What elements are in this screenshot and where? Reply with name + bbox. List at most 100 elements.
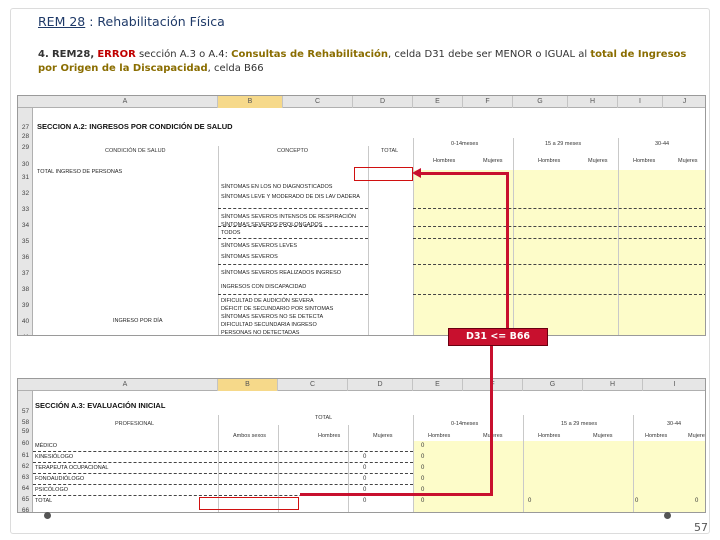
row-num[interactable]: 38 [18, 286, 33, 293]
row-num[interactable]: 57 [18, 408, 33, 415]
col-header-g[interactable]: G [523, 379, 583, 391]
row-num[interactable]: 58 [18, 419, 33, 426]
row-num[interactable]: 64 [18, 485, 33, 492]
header-hombres: Hombres [633, 158, 656, 164]
row-num[interactable]: 31 [18, 174, 33, 181]
header-hombres: Hombres [538, 433, 561, 439]
rule-text-1: sección A.3 o A.4: [135, 49, 232, 60]
cell-b66-highlight[interactable] [199, 497, 299, 510]
row-label: MÉDICO [35, 443, 57, 449]
col-header-b[interactable]: B [218, 379, 278, 391]
header-group-3: 30-44 [667, 421, 682, 427]
row-label: TOTAL [35, 498, 53, 504]
column-header-bar: A B C D E F G H I [18, 379, 705, 391]
row-num[interactable]: 35 [18, 238, 33, 245]
row-label: FONOAUDIÓLOGO [35, 476, 85, 482]
title-link[interactable]: REM 28 [38, 14, 85, 29]
row-label: SÍNTOMAS EN LOS NO DIAGNOSTICADOS [221, 184, 333, 190]
row-num[interactable]: 27 [18, 124, 33, 131]
rule-description: 4. REM28, ERROR sección A.3 o A.4: Consu… [38, 48, 708, 76]
row-label: SÍNTOMAS SEVEROS INTENSOS DE RESPIRACIÓN [221, 214, 356, 220]
col-header-e[interactable]: E [413, 96, 463, 108]
row-num[interactable]: 39 [18, 302, 33, 309]
row-label: INGRESOS CON DISCAPACIDAD [221, 284, 307, 290]
header-ambos: Ambos sexos [233, 433, 267, 439]
row-num[interactable]: 34 [18, 222, 33, 229]
header-profesional: PROFESIONAL [115, 421, 155, 427]
header-group-2: 15 a 29 meses [561, 421, 598, 427]
header-total: TOTAL [315, 415, 333, 421]
col-header-c[interactable]: C [278, 379, 348, 391]
row-num[interactable]: 65 [18, 496, 33, 503]
rule-text-2: , celda D31 debe ser MENOR o IGUAL al [388, 49, 591, 60]
row-num[interactable]: 30 [18, 161, 33, 168]
row-num[interactable]: 61 [18, 452, 33, 459]
row-num[interactable]: 33 [18, 206, 33, 213]
row-label: PERSONAS NO DETECTADAS [221, 330, 300, 336]
header-group-3: 30-44 [655, 141, 670, 147]
row-num[interactable]: 28 [18, 133, 33, 140]
section-title: SECCION A.2: INGRESOS POR CONDICIÓN DE S… [37, 122, 233, 131]
cell-value: 0 [421, 476, 425, 482]
row-num[interactable]: 62 [18, 463, 33, 470]
row-num[interactable]: 36 [18, 254, 33, 261]
col-header-h[interactable]: H [568, 96, 618, 108]
row-label: TOTAL INGRESO DE PERSONAS [37, 169, 123, 175]
slide-dot-left [44, 512, 51, 519]
title-text: : Rehabilitación Física [85, 14, 225, 29]
col-header-e[interactable]: E [413, 379, 463, 391]
row-label: SÍNTOMAS SEVEROS LEVES [221, 243, 298, 249]
col-header-i[interactable]: I [643, 379, 705, 391]
col-header-h[interactable]: H [583, 379, 643, 391]
cell-value: 0 [363, 476, 367, 482]
cell-value: 0 [421, 443, 425, 449]
col-header-i[interactable]: I [618, 96, 663, 108]
rule-text-3: , celda B66 [207, 63, 264, 74]
connector-top [421, 172, 509, 175]
row-num[interactable]: 32 [18, 190, 33, 197]
section-title: SECCIÓN A.3: EVALUACIÓN INICIAL [35, 401, 166, 410]
row-label: PSICÓLOGO [35, 487, 69, 493]
cell-value: 0 [421, 465, 425, 471]
header-concepto: CONCEPTO [277, 148, 309, 154]
col-header-c[interactable]: C [283, 96, 353, 108]
col-header-f[interactable]: F [463, 96, 513, 108]
header-total: TOTAL [381, 148, 399, 154]
rule-highlight-1: Consultas de Rehabilitación [231, 49, 389, 60]
row-num[interactable]: 40 [18, 318, 33, 325]
row-num[interactable]: 66 [18, 507, 33, 512]
row-num[interactable]: 60 [18, 440, 33, 447]
col-header-d[interactable]: D [353, 96, 413, 108]
header-condicion: CONDICIÓN DE SALUD [105, 148, 166, 154]
row-label: SÍNTOMAS SEVEROS NO SE DETECTA [221, 314, 324, 320]
cell-value: 0 [695, 498, 699, 504]
row-num[interactable]: 41 [18, 334, 33, 335]
col-header-j[interactable]: J [663, 96, 705, 108]
row-label: TERAPEUTA OCUPACIONAL [35, 465, 109, 471]
cell-value: 0 [363, 465, 367, 471]
header-mujeres: Mujeres [678, 158, 698, 164]
spreadsheet-top: A B C D E F G H I J 27 28 29 30 31 32 33… [17, 95, 706, 336]
col-header-a[interactable]: A [33, 96, 218, 108]
row-num[interactable]: 63 [18, 474, 33, 481]
connector-right-lower [490, 346, 493, 496]
col-header-d[interactable]: D [348, 379, 413, 391]
header-mujeres: Mujeres [483, 158, 503, 164]
col-header-b[interactable]: B [218, 96, 283, 108]
row-num[interactable]: 29 [18, 144, 33, 151]
col-header-f[interactable]: F [463, 379, 523, 391]
row-label: DÉFICIT DE SECUNDARIO POR SINTOMAS [221, 306, 334, 312]
col-header-a[interactable]: A [33, 379, 218, 391]
row-num[interactable]: 59 [18, 428, 33, 435]
header-hombres: Hombres [645, 433, 668, 439]
input-region [413, 441, 705, 512]
cell-area-top: SECCION A.2: INGRESOS POR CONDICIÓN DE S… [33, 108, 705, 335]
col-header-g[interactable]: G [513, 96, 568, 108]
row-label: KINESIÓLOGO [35, 454, 74, 460]
row-num[interactable]: 37 [18, 270, 33, 277]
column-header-bar: A B C D E F G H I J [18, 96, 705, 108]
cell-d31-highlight[interactable] [354, 167, 413, 181]
header-group-1: 0-14meses [451, 141, 479, 147]
cell-value: 0 [363, 498, 367, 504]
row-label: SÍNTOMAS SEVEROS [221, 254, 278, 260]
